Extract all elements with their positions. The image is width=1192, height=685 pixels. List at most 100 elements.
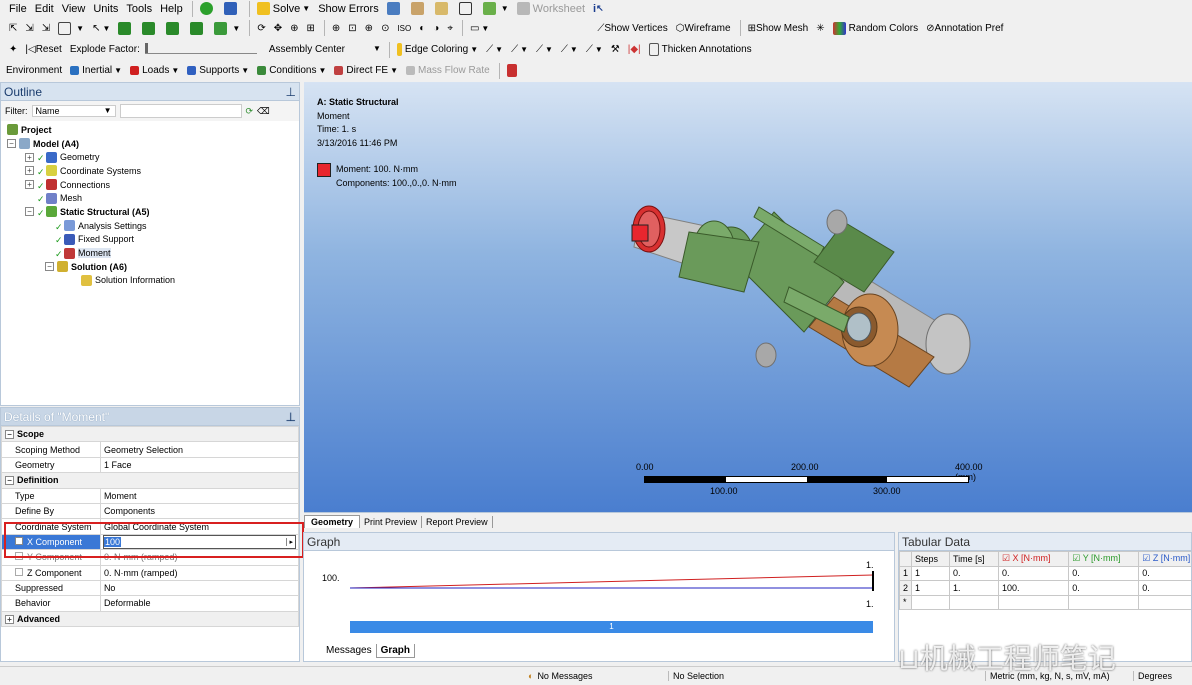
behavior-value[interactable]: Deformable	[99, 595, 300, 612]
explode-slider[interactable]	[144, 42, 257, 54]
menu-edit[interactable]: Edit	[32, 0, 57, 17]
tree-item-solution-information[interactable]: Solution Information	[7, 274, 299, 288]
collapse-icon[interactable]: −	[7, 139, 16, 149]
pan-icon[interactable]: ✥	[271, 19, 285, 37]
filter-input[interactable]	[119, 104, 242, 118]
col-y[interactable]: ☑ Y [N·mm]	[1068, 551, 1140, 567]
section-advanced[interactable]: + Advanced	[1, 610, 299, 628]
step-bar[interactable]: 1	[350, 621, 873, 633]
edge-style-4-icon[interactable]: ⟋ ▼	[558, 41, 581, 59]
edge-style-1-icon[interactable]: ⟋ ▼	[483, 41, 506, 59]
select-point-icon[interactable]: ⇱	[6, 19, 20, 37]
menu-units[interactable]: Units	[90, 0, 121, 17]
supports-button[interactable]: Supports ▼	[184, 62, 252, 80]
tab-graph[interactable]: Graph	[375, 644, 416, 658]
col-z[interactable]: ☑ Z [N·mm]	[1138, 551, 1191, 567]
conditions-button[interactable]: Conditions ▼	[254, 62, 329, 80]
body-select-icon[interactable]	[115, 19, 137, 37]
tab-geometry[interactable]: Geometry	[304, 515, 361, 528]
table-row[interactable]: 1 1 0. 0. 0. 0.	[899, 565, 1191, 581]
define-by-value[interactable]: Components	[99, 502, 300, 520]
face-select-icon[interactable]	[139, 19, 161, 37]
commands-icon[interactable]	[504, 62, 523, 80]
inertial-button[interactable]: Inertial ▼	[67, 62, 125, 80]
worksheet-button[interactable]: Worksheet	[514, 0, 588, 17]
direct-fe-button[interactable]: Direct FE ▼	[331, 62, 401, 80]
tree-item-fixed-support[interactable]: ✓ Fixed Support	[7, 233, 299, 247]
edge-style-2-icon[interactable]: ⟋ ▼	[508, 41, 531, 59]
tree-item-analysis-settings[interactable]: ✓ Analysis Settings	[7, 219, 299, 233]
select-mode-dropdown[interactable]: ▼	[55, 19, 87, 37]
viewport-layout-dropdown[interactable]: ▭ ▼	[467, 19, 492, 37]
expand-icon[interactable]: +	[25, 152, 34, 162]
pin-icon[interactable]: ⊥	[286, 410, 296, 424]
magnifier-icon[interactable]: ⊙	[378, 19, 392, 37]
label-icon[interactable]: ⌖	[444, 19, 456, 37]
messages-status[interactable]: ◐ No Messages	[528, 671, 592, 681]
check-icon[interactable]	[197, 0, 219, 17]
next-view-icon[interactable]: ◑	[430, 19, 442, 37]
extend-select-icon[interactable]: ▼	[211, 19, 243, 37]
expand-icon[interactable]: +	[25, 166, 34, 176]
collapse-icon[interactable]: −	[25, 207, 34, 217]
z-component-label[interactable]: Z Component	[1, 564, 101, 581]
tab-report-preview[interactable]: Report Preview	[422, 516, 493, 528]
table-row[interactable]: 2 1 1. 100. 0. 0.	[899, 580, 1191, 596]
mass-flow-rate-button[interactable]: Mass Flow Rate	[403, 62, 493, 80]
comment-icon[interactable]: ▼	[480, 0, 512, 17]
zoom-icon[interactable]: ⊕	[287, 19, 301, 37]
edge-style-5-icon[interactable]: ⟋ ▼	[583, 41, 606, 59]
show-mesh-button[interactable]: ⊞ Show Mesh	[745, 19, 812, 37]
show-errors-button[interactable]: Show Errors	[315, 0, 382, 17]
thicken-annotations-button[interactable]: Thicken Annotations	[646, 41, 755, 59]
zoom-fit-icon[interactable]: ⊕	[362, 19, 376, 37]
tree-item-project[interactable]: Project	[7, 123, 299, 137]
select-edge-icon[interactable]: ⇲	[22, 19, 36, 37]
annotation-prefs-button[interactable]: ⊘ Annotation Pref	[923, 19, 1006, 37]
collapse-icon[interactable]: −	[45, 262, 54, 272]
edge-select-icon[interactable]	[163, 19, 185, 37]
text-icon[interactable]	[456, 0, 478, 17]
wireframe-button[interactable]: ⬡ Wireframe	[673, 19, 734, 37]
suppressed-value[interactable]: No	[99, 579, 300, 597]
section-scope[interactable]: − Scope	[1, 425, 299, 443]
col-x[interactable]: ☑ X [N·mm]	[997, 551, 1070, 567]
tree-item-coordinate-systems[interactable]: + ✓ Coordinate Systems	[7, 164, 299, 178]
zoom-in-icon[interactable]: ⊕	[329, 19, 343, 37]
filter-select[interactable]: Name ▼	[31, 105, 116, 117]
new-row[interactable]: *	[899, 594, 1191, 610]
refresh-icon[interactable]: ⟳	[246, 106, 254, 117]
tab-print-preview[interactable]: Print Preview	[360, 516, 423, 528]
solve-button[interactable]: Solve ▼	[254, 0, 313, 17]
edge-style-3-icon[interactable]: ⟋ ▼	[533, 41, 556, 59]
clear-filter-icon[interactable]: ⌫	[257, 106, 270, 117]
menu-file[interactable]: File	[6, 0, 30, 17]
select-mode-icon[interactable]: i ↖	[590, 0, 607, 17]
tree-item-model[interactable]: − Model (A4)	[7, 137, 299, 151]
tree-item-static-structural[interactable]: − ✓ Static Structural (A5)	[7, 205, 299, 219]
type-value[interactable]: Moment	[99, 487, 300, 504]
cursor-icon[interactable]: ↖ ▼	[89, 19, 113, 37]
scoping-method-value[interactable]: Geometry Selection	[99, 441, 300, 458]
new-figure-icon[interactable]	[384, 0, 406, 17]
tree-item-solution[interactable]: − Solution (A6)	[7, 260, 299, 274]
expand-icon[interactable]: +	[25, 180, 34, 190]
box-zoom-icon[interactable]: ⊞	[304, 19, 318, 37]
show-vertices-button[interactable]: ⟋ Show Vertices	[594, 19, 670, 37]
angle-units-status[interactable]: Degrees	[1133, 671, 1172, 681]
col-steps[interactable]: Steps	[911, 551, 950, 567]
graph-icon[interactable]	[221, 0, 243, 17]
model-geometry[interactable]	[304, 82, 1192, 512]
tree-item-geometry[interactable]: + ✓ Geometry	[7, 150, 299, 164]
reset-button[interactable]: |◁ Reset	[22, 41, 64, 59]
section-definition[interactable]: − Definition	[1, 472, 299, 489]
loads-button[interactable]: Loads ▼	[127, 62, 182, 80]
rotate-icon[interactable]: ⟳	[254, 19, 268, 37]
pin-icon[interactable]: ⊥	[286, 85, 296, 99]
tree-item-mesh[interactable]: ✓ Mesh	[7, 191, 299, 205]
image-file-icon[interactable]	[432, 0, 454, 17]
tab-messages[interactable]: Messages	[322, 644, 376, 658]
select-face-icon[interactable]: ⇲	[39, 19, 53, 37]
edge-coloring-button[interactable]: Edge Coloring ▼	[394, 41, 481, 59]
image-icon[interactable]	[408, 0, 430, 17]
